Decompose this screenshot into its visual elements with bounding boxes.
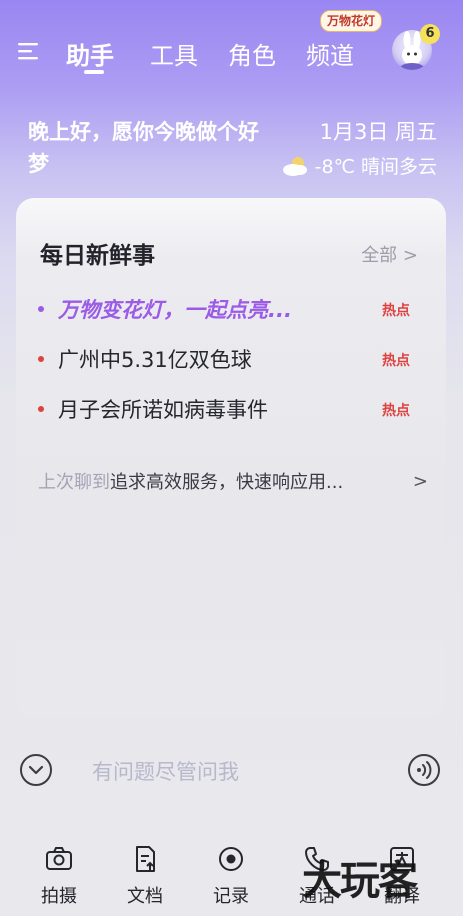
camera-icon <box>46 847 72 870</box>
tab-characters[interactable]: 角色 <box>228 36 276 71</box>
lantern-event-badge[interactable]: 万物花灯 <box>320 10 383 32</box>
collapse-button[interactable] <box>20 754 52 786</box>
last-chat-link[interactable]: 上次聊到 追求高效服务，快速响应用... > <box>38 468 428 494</box>
last-chat-topic: 追求高效服务，快速响应用... <box>110 472 344 493</box>
date-text: 1月3日 周五 <box>319 120 437 144</box>
news-title: 万物变花灯，一起点亮... <box>58 298 292 322</box>
hot-tag: 热点 <box>382 403 410 419</box>
card-title: 每日新鲜事 <box>40 243 155 269</box>
news-item[interactable]: 广州中5.31亿双色球 <box>38 344 252 374</box>
document-upload-icon <box>136 846 155 872</box>
record-icon <box>219 847 243 871</box>
bullet-dot <box>38 306 44 312</box>
partly-cloudy-icon <box>282 156 307 176</box>
tool-label: 文档 <box>127 886 163 907</box>
notification-count-badge: 6 <box>420 24 440 44</box>
menu-icon[interactable] <box>18 40 40 62</box>
weather-text: -8℃ 晴间多云 <box>314 156 437 178</box>
last-chat-prefix: 上次聊到 <box>38 472 110 493</box>
tool-document[interactable]: 文档 <box>115 840 175 908</box>
hot-tag: 热点 <box>382 353 410 369</box>
top-navigation: 助手 工具 角色 频道 万物花灯 6 <box>0 0 463 100</box>
tool-label: 记录 <box>213 886 249 907</box>
hot-tag: 热点 <box>382 303 410 319</box>
sound-wave-icon <box>417 761 432 779</box>
daily-news-card: 每日新鲜事 全部 > 万物变花灯，一起点亮... 热点 广州中5.31亿双色球 … <box>16 198 446 718</box>
chat-input[interactable]: 有问题尽管问我 <box>92 756 239 786</box>
weather: -8℃ 晴间多云 <box>281 152 437 179</box>
bullet-dot <box>38 406 44 412</box>
news-title: 广州中5.31亿双色球 <box>58 348 252 372</box>
greeting-text: 晚上好，愿你今晚做个好梦 <box>28 120 259 176</box>
tab-tools[interactable]: 工具 <box>150 36 198 71</box>
watermark-logo: 大玩客 <box>302 857 418 904</box>
news-item[interactable]: 万物变花灯，一起点亮... <box>38 294 292 324</box>
chevron-down-icon <box>28 765 44 775</box>
tool-label: 拍摄 <box>41 886 77 907</box>
news-title: 月子会所诺如病毒事件 <box>58 398 268 422</box>
bullet-dot <box>38 356 44 362</box>
news-item[interactable]: 月子会所诺如病毒事件 <box>38 394 268 424</box>
chat-input-row: 有问题尽管问我 <box>0 748 463 796</box>
tab-channels[interactable]: 频道 <box>306 36 354 71</box>
tool-record[interactable]: 记录 <box>201 840 261 908</box>
view-all-link[interactable]: 全部 > <box>361 241 418 267</box>
active-tab-indicator <box>84 70 104 74</box>
tool-camera[interactable]: 拍摄 <box>29 840 89 908</box>
chevron-right-icon: > <box>412 470 428 492</box>
tab-assistant[interactable]: 助手 <box>66 36 114 71</box>
voice-input-button[interactable] <box>408 754 440 786</box>
